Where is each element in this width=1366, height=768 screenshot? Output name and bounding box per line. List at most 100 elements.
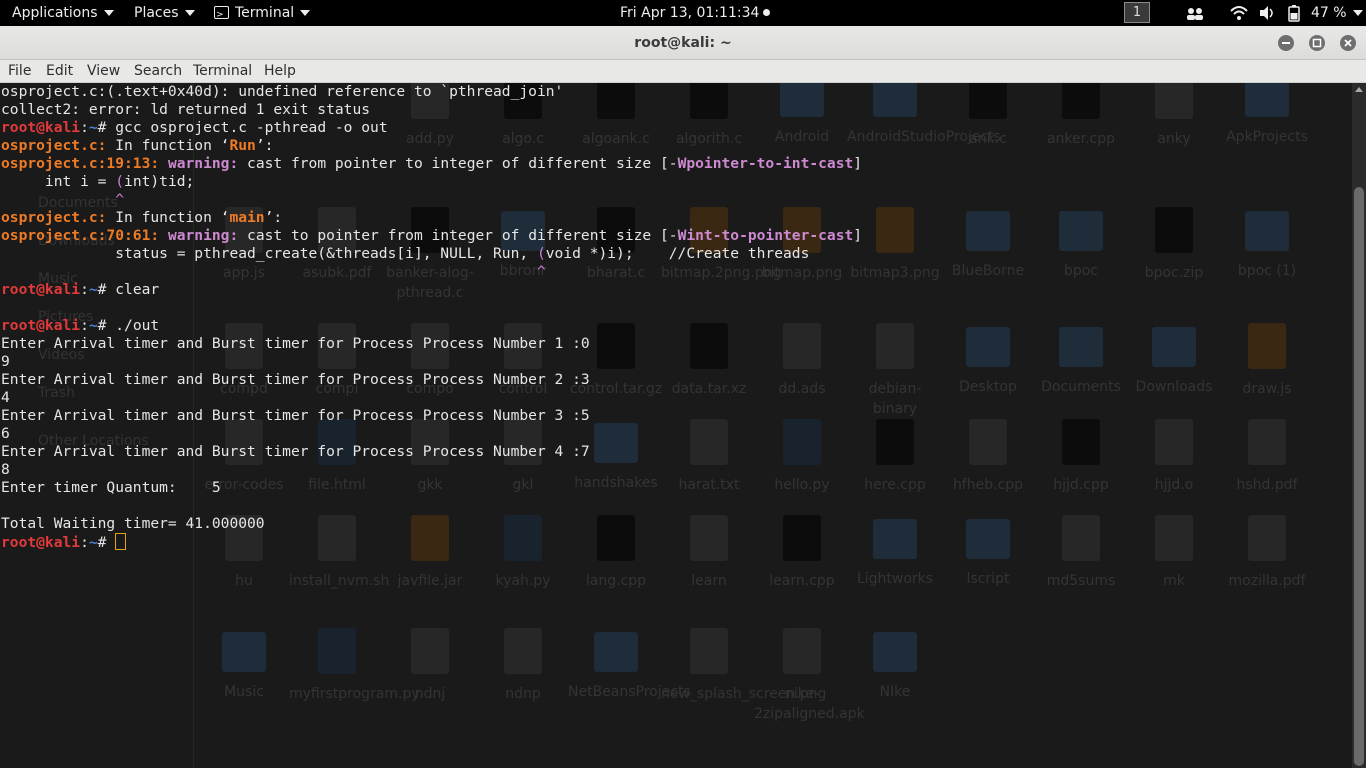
volume-icon[interactable] (1258, 0, 1276, 26)
close-icon (1344, 39, 1352, 47)
terminal-line: root@kali:~# ./out (1, 317, 862, 335)
maximize-button[interactable] (1309, 35, 1325, 51)
file-icon (1062, 83, 1100, 119)
terminal-text-segment: Wpointer-to-int-cast (677, 155, 854, 172)
chevron-down-icon (103, 10, 114, 16)
file-label: bpoc (1063, 263, 1099, 279)
terminal-line: osproject.c: In function ‘Run’: (1, 137, 862, 155)
terminal-text-segment: ’: (264, 209, 283, 226)
file-label: learn (691, 573, 727, 589)
desktop-file-item: bpoc.zip (1126, 207, 1222, 283)
folder-icon (873, 83, 917, 117)
scroll-up-icon[interactable] (1355, 87, 1363, 92)
file-icon (1155, 419, 1193, 465)
terminal-text-segment: Total Waiting timer= 41.000000 (1, 515, 265, 532)
chevron-down-icon (1352, 10, 1363, 16)
places-menu[interactable]: Places (134, 0, 195, 26)
terminal-line: root@kali:~# (1, 533, 862, 551)
file-label: anky (1157, 131, 1191, 147)
desktop-file-item: BlueBorne (940, 207, 1036, 281)
chevron-down-icon (184, 10, 195, 16)
desktop-file-item: bpoc (1033, 207, 1129, 281)
terminal-text-segment: 9 (1, 353, 10, 370)
terminal-line: 8 (1, 461, 862, 479)
terminal-text-segment: osproject.c: (1, 209, 107, 226)
desktop-file-item: hshd.pdf (1219, 419, 1315, 495)
file-label: lang.cpp (585, 573, 647, 589)
terminal-text-segment: Enter timer Quantum: 5 (1, 479, 221, 496)
terminal-text-segment: root@kali (1, 317, 81, 334)
file-label: bpoc (1) (1237, 263, 1297, 279)
folder-icon (966, 327, 1010, 367)
battery-percent: 47 % (1311, 5, 1347, 21)
file-label: NIke (879, 684, 911, 700)
file-label: NetBeansProjects (568, 684, 691, 700)
battery-icon[interactable] (1287, 0, 1303, 26)
terminal-line: root@kali:~# gcc osproject.c -pthread -o… (1, 119, 862, 137)
file-icon (1155, 515, 1193, 561)
desktop-file-item: mozilla.pdf (1219, 515, 1315, 591)
terminal-text-segment: root@kali (1, 119, 81, 136)
minimize-button[interactable] (1278, 35, 1294, 51)
menu-search[interactable]: Search (134, 60, 182, 83)
terminal-line: Total Waiting timer= 41.000000 (1, 515, 862, 533)
terminal-line: 6 (1, 425, 862, 443)
file-icon (1155, 207, 1193, 253)
window-titlebar[interactable]: root@kali: ~ (0, 26, 1366, 60)
terminal-icon (214, 2, 229, 28)
terminal-text-segment: osproject.c:19:13: (1, 155, 160, 172)
file-label: nike-2zipaligned.apk (754, 686, 865, 722)
close-button[interactable] (1340, 35, 1356, 51)
file-icon (690, 628, 728, 674)
workspace-indicator[interactable]: 1 (1124, 2, 1150, 23)
menu-help[interactable]: Help (264, 60, 296, 83)
file-label: kyah.py (495, 573, 551, 589)
folder-icon (1245, 211, 1289, 251)
clock-text: Fri Apr 13, 01:11:34 (620, 5, 760, 21)
file-label: hfheb.cpp (952, 477, 1024, 493)
folder-icon (873, 519, 917, 559)
top-panel: Applications Places Terminal Fri Apr 13,… (0, 0, 1366, 28)
notification-dot-icon (763, 9, 771, 16)
terminal-text-segment: # ./out (97, 317, 160, 334)
desktop-file-item: lscript (940, 515, 1036, 589)
terminal-app-menu[interactable]: Terminal (214, 0, 311, 28)
clock[interactable]: Fri Apr 13, 01:11:34 (620, 0, 771, 26)
terminal-text-segment: osproject.c:70:61: (1, 227, 160, 244)
file-label: hjjd.o (1154, 477, 1194, 493)
places-label: Places (134, 5, 179, 21)
folder-icon (222, 632, 266, 672)
terminal-text-segment: ] (853, 155, 863, 172)
terminal-text-segment: : (80, 281, 89, 298)
terminal-text-segment: ] (853, 227, 863, 244)
menu-terminal[interactable]: Terminal (193, 60, 252, 83)
folder-icon (1059, 327, 1103, 367)
file-label: mozilla.pdf (1228, 573, 1306, 589)
terminal-scrollbar[interactable] (1352, 83, 1366, 768)
applications-menu[interactable]: Applications (12, 0, 114, 26)
terminal-text-segment: ~ (88, 317, 98, 334)
folder-icon (873, 632, 917, 672)
menu-edit[interactable]: Edit (46, 60, 73, 83)
desktop-file-item: NIke (847, 628, 943, 702)
terminal-line: osproject.c:19:13: warning: cast from po… (1, 155, 862, 173)
menu-file[interactable]: File (8, 60, 31, 83)
desktop-file-item: nike-2zipaligned.apk (754, 628, 865, 724)
desktop-file-item: myfirstprogram.py (289, 628, 420, 704)
people-icon[interactable] (1186, 0, 1204, 26)
terminal-text-segment: warning: (167, 227, 239, 244)
scrollbar-thumb[interactable] (1354, 187, 1364, 766)
file-icon (1248, 419, 1286, 465)
menu-view[interactable]: View (87, 60, 120, 83)
terminal-view[interactable]: Documents Downloads Music Pictures Videos Tra… (0, 83, 1352, 768)
battery-status[interactable]: 47 % (1311, 0, 1363, 26)
terminal-line: Enter Arrival timer and Burst timer for … (1, 407, 862, 425)
terminal-text-segment: cast from pointer to integer of differen… (238, 155, 678, 172)
wifi-icon[interactable] (1230, 0, 1248, 26)
file-label: md5sums (1046, 573, 1116, 589)
file-icon (1062, 419, 1100, 465)
desktop-file-item: Music (196, 628, 292, 702)
